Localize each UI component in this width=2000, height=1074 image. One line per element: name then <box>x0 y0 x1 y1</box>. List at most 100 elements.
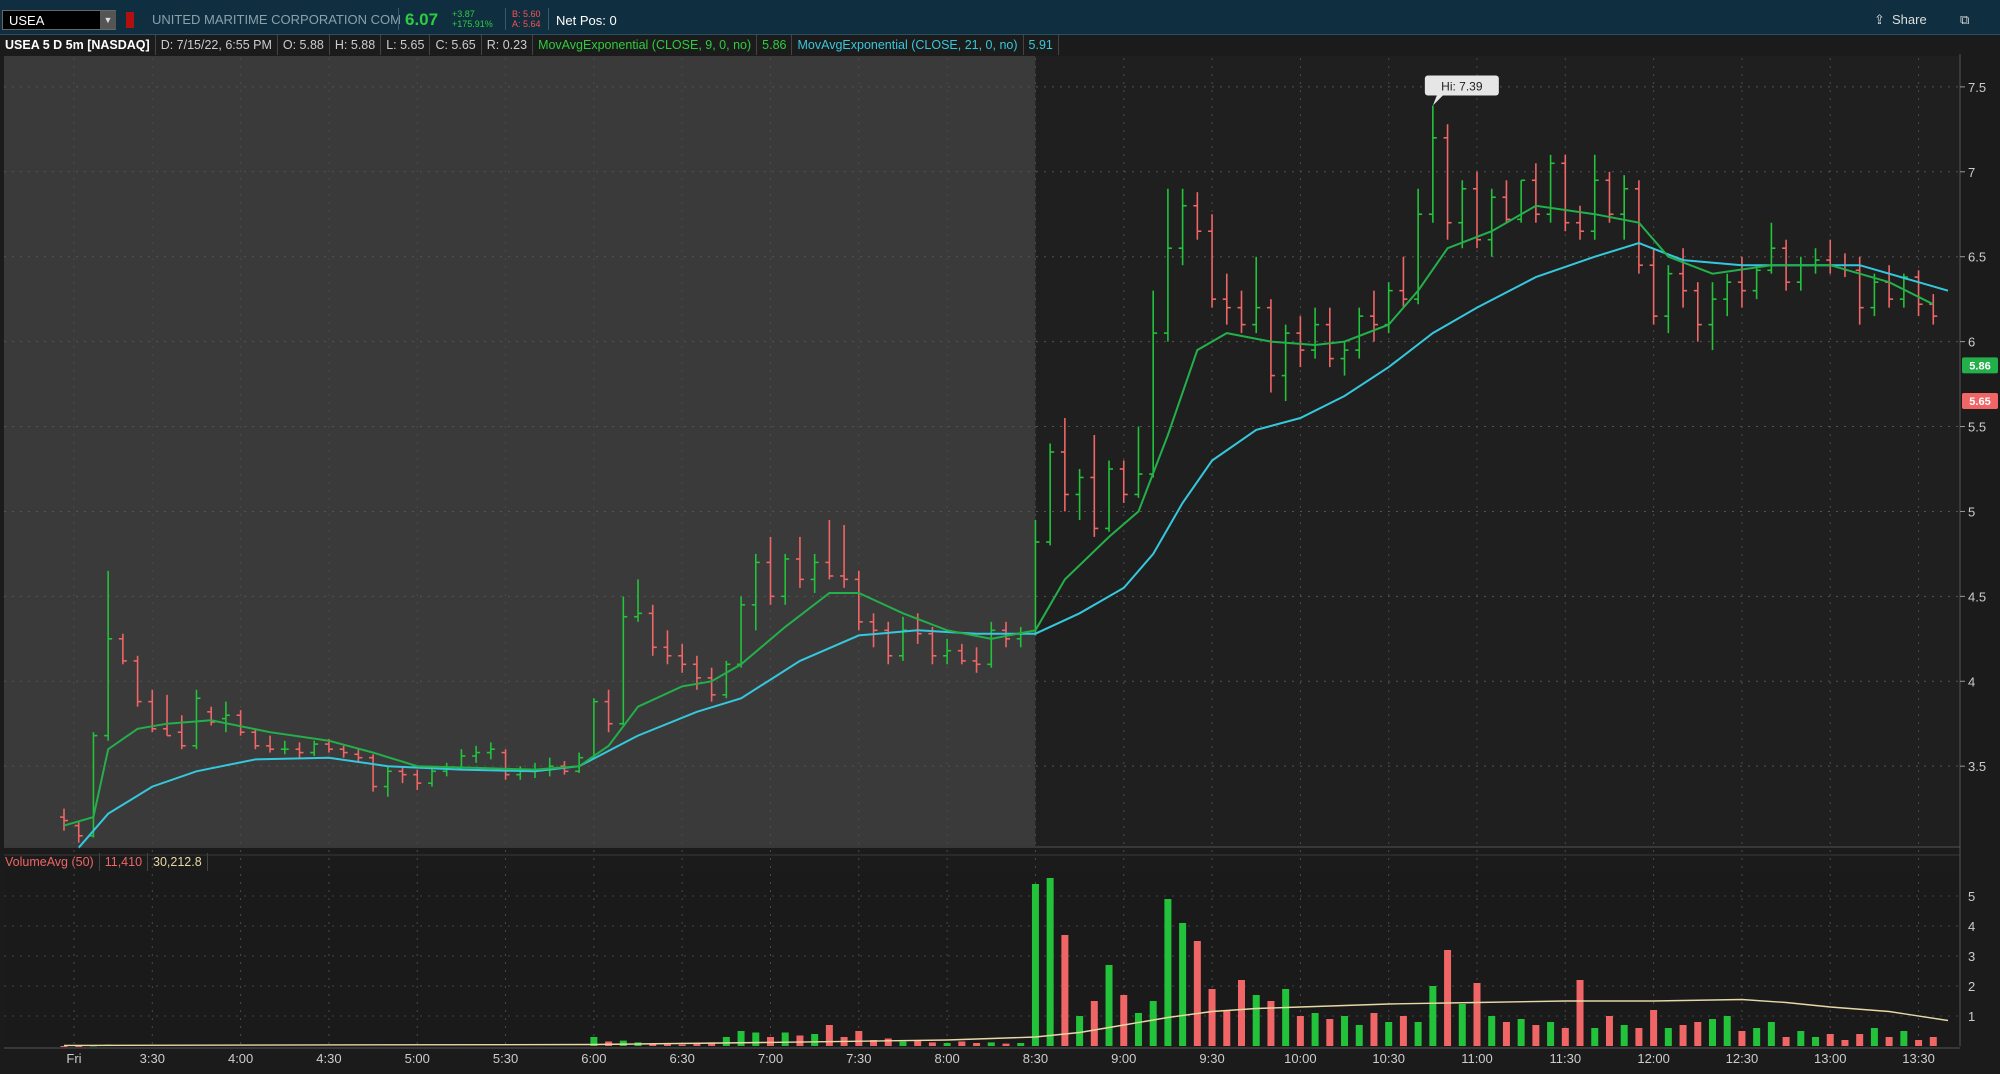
price-axis-label: 3.5 <box>1968 759 1986 774</box>
time-axis-label: 5:30 <box>493 1051 518 1066</box>
volume-bar <box>1326 1019 1334 1046</box>
price-chart[interactable]: 3.5 4 4.5 5 5.5 6 6.5 7 7.5 1 2 3 4 5 Fri 3:30 4:00 4:30 5… <box>0 0 2000 1074</box>
volume-bar <box>1090 1001 1098 1046</box>
time-axis-label: 7:30 <box>846 1051 871 1066</box>
session-background <box>1035 56 1960 846</box>
volume-bar <box>1444 950 1452 1046</box>
price-axis-label: 7 <box>1968 165 1975 180</box>
time-axis-label: 9:30 <box>1199 1051 1224 1066</box>
volume-bar <box>1870 1028 1878 1046</box>
volume-bar <box>1458 1004 1466 1046</box>
volume-bar <box>1355 1025 1363 1046</box>
price-tag-ema9-text: 5.86 <box>1969 360 1990 372</box>
volume-bar <box>1723 1016 1731 1046</box>
volume-axis-label: 3 <box>1968 949 1975 964</box>
time-axis-label: 8:30 <box>1023 1051 1048 1066</box>
time-axis-label: 4:00 <box>228 1051 253 1066</box>
time-axis-label: 8:00 <box>934 1051 959 1066</box>
volume-bar <box>1252 995 1260 1046</box>
volume-bar <box>1753 1028 1761 1046</box>
volume-bar <box>1532 1025 1540 1046</box>
volume-bar <box>1002 1043 1010 1046</box>
volume-bar <box>1061 935 1069 1046</box>
volume-bar <box>825 1025 833 1046</box>
volume-bar <box>1414 1022 1422 1046</box>
volume-bar <box>737 1031 745 1046</box>
volume-bar <box>1282 989 1290 1046</box>
time-axis-label: 11:00 <box>1461 1051 1493 1066</box>
volume-bar <box>1223 1010 1231 1046</box>
volume-axis-label: 2 <box>1968 979 1975 994</box>
volume-bar <box>1620 1025 1628 1046</box>
price-axis-label: 5 <box>1968 504 1975 519</box>
volume-bar <box>1502 1022 1510 1046</box>
volume-bar <box>973 1043 981 1046</box>
time-axis-label: 3:30 <box>140 1051 165 1066</box>
price-axis-label: 4 <box>1968 674 1975 689</box>
volume-bar <box>619 1040 627 1046</box>
volume-bar <box>678 1044 686 1046</box>
volume-bar <box>1591 1028 1599 1046</box>
volume-bar <box>1915 1040 1923 1046</box>
volume-bar <box>796 1035 804 1046</box>
time-axis-label: Fri <box>66 1051 81 1066</box>
volume-bar <box>1885 1037 1893 1046</box>
volume-bar <box>781 1032 789 1046</box>
volume-bar <box>987 1042 995 1046</box>
volume-bar <box>855 1031 863 1046</box>
volume-bar <box>1046 878 1054 1046</box>
volume-bar <box>1547 1022 1555 1046</box>
price-axis-label: 5.5 <box>1968 420 1986 435</box>
time-axis-label: 11:30 <box>1550 1051 1582 1066</box>
volume-bar <box>1679 1025 1687 1046</box>
volume-bar <box>958 1041 966 1046</box>
volume-bar <box>1031 884 1039 1046</box>
volume-bar <box>60 1046 68 1047</box>
volume-bar <box>1017 1043 1025 1046</box>
volume-bar <box>1149 1001 1157 1046</box>
volume-bar <box>1605 1016 1613 1046</box>
time-axis-label: 10:00 <box>1284 1051 1317 1066</box>
volume-bar <box>1561 1028 1569 1046</box>
time-axis-label: 7:00 <box>758 1051 783 1066</box>
volume-bar <box>1134 1013 1142 1046</box>
volume-bar <box>1576 980 1584 1046</box>
volume-bar <box>1208 989 1216 1046</box>
price-tag-last-text: 5.65 <box>1969 396 1990 408</box>
volume-bar <box>1370 1013 1378 1046</box>
price-axis-label: 7.5 <box>1968 80 1986 95</box>
volume-bar <box>1341 1016 1349 1046</box>
time-axis-label: 9:00 <box>1111 1051 1136 1066</box>
time-axis-label: 12:00 <box>1637 1051 1670 1066</box>
volume-bar <box>1105 965 1113 1046</box>
volume-bar <box>1311 1013 1319 1046</box>
volume-bar <box>1650 1010 1658 1046</box>
volume-bar <box>1826 1034 1834 1046</box>
volume-bar <box>1296 1016 1304 1046</box>
volume-bar <box>663 1044 671 1046</box>
time-axis-label: 10:30 <box>1372 1051 1405 1066</box>
time-axis-label: 12:30 <box>1726 1051 1759 1066</box>
time-axis-label: 6:30 <box>670 1051 695 1066</box>
price-axis-label: 6 <box>1968 335 1975 350</box>
volume-bar <box>1841 1040 1849 1046</box>
volume-bar <box>1193 941 1201 1046</box>
volume-bar <box>1076 1016 1084 1046</box>
volume-bar <box>1709 1019 1716 1046</box>
volume-bar <box>1179 923 1187 1046</box>
volume-bar <box>1664 1028 1672 1046</box>
volume-bar <box>1900 1031 1908 1046</box>
volume-bar <box>1238 980 1245 1046</box>
premarket-background <box>4 56 1036 846</box>
volume-axis-label: 4 <box>1968 919 1975 934</box>
time-axis-label: 13:00 <box>1814 1051 1847 1066</box>
volume-bar <box>1738 1031 1746 1046</box>
time-axis-label: 6:00 <box>581 1051 606 1066</box>
volume-bar <box>767 1037 774 1046</box>
volume-bar <box>1385 1022 1393 1046</box>
volume-bar <box>1488 1016 1496 1046</box>
volume-bar <box>1473 983 1481 1046</box>
volume-bar <box>1517 1019 1525 1046</box>
volume-bar <box>1694 1022 1702 1046</box>
volume-bar <box>884 1038 892 1046</box>
